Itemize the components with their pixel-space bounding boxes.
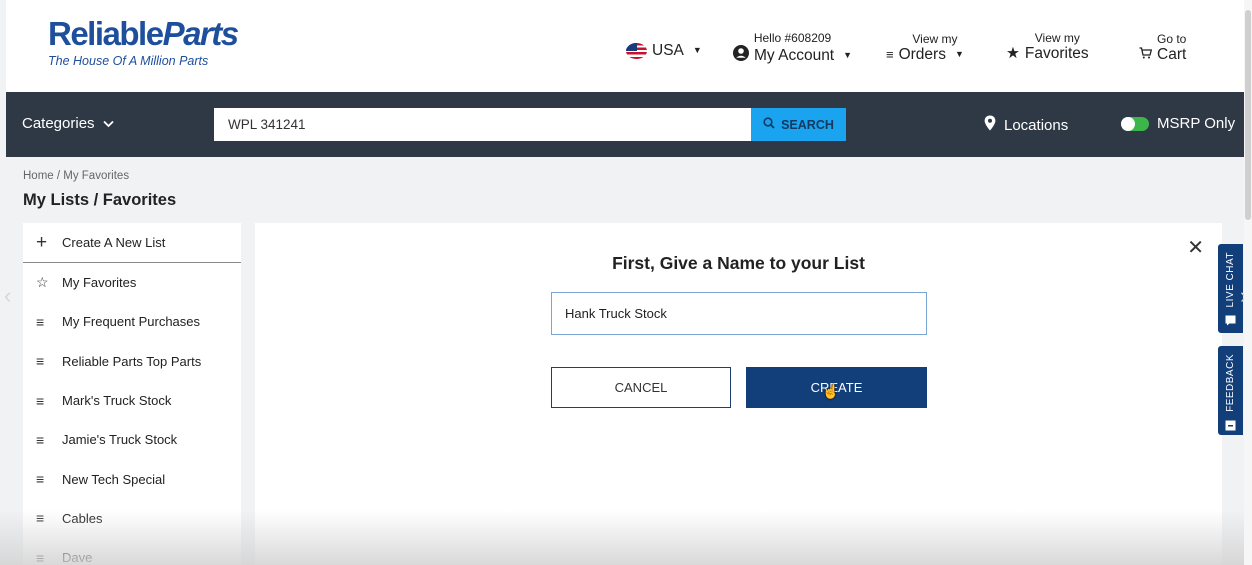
sidebar-item-label: My Favorites xyxy=(62,275,137,291)
country-label: USA xyxy=(652,42,684,59)
chat-icon xyxy=(1225,315,1236,329)
sidebar-item-label: My Frequent Purchases xyxy=(62,314,201,330)
map-pin-icon xyxy=(984,115,996,135)
cancel-button[interactable]: CANCEL xyxy=(551,367,731,408)
sidebar-item-dave[interactable]: ≡ Dave xyxy=(23,538,241,565)
cart-icon xyxy=(1139,46,1153,63)
search-button-label: SEARCH xyxy=(781,117,834,132)
logo-text-parts: Parts xyxy=(162,15,240,52)
account-greeting: Hello #608209 xyxy=(753,31,832,45)
account-menu[interactable]: Hello #608209 My Account ▼ xyxy=(733,31,852,65)
sidebar-item-label: Reliable Parts Top Parts xyxy=(62,353,202,369)
categories-menu[interactable]: Categories xyxy=(22,115,114,132)
live-chat-label: LIVE CHAT xyxy=(1225,252,1236,308)
cart-small-label: Go to xyxy=(1157,32,1187,46)
create-list-panel: ✕ First, Give a Name to your List CANCEL… xyxy=(255,223,1222,565)
hand-cursor-icon: ☝ xyxy=(822,383,840,399)
caret-down-icon: ▼ xyxy=(692,45,702,55)
favorites-label: Favorites xyxy=(1024,45,1089,62)
create-list-title: First, Give a Name to your List xyxy=(612,253,865,273)
sidebar-item-jamies-truck-stock[interactable]: ≡ Jamie's Truck Stock xyxy=(23,420,241,459)
create-new-list-label: Create A New List xyxy=(62,235,166,250)
star-outline-icon: ☆ xyxy=(36,274,49,291)
orders-link[interactable]: View my ≡ Orders ▼ xyxy=(886,32,964,63)
country-selector[interactable]: USA ▼ xyxy=(626,42,702,59)
caret-down-icon: ▼ xyxy=(843,49,853,60)
main-navbar: Categories SEARCH Locations MSRP Only xyxy=(6,92,1244,157)
sidebar-item-marks-truck-stock[interactable]: ≡ Mark's Truck Stock xyxy=(23,381,241,420)
list-icon: ≡ xyxy=(36,549,45,565)
list-name-input[interactable] xyxy=(551,292,927,335)
locations-label: Locations xyxy=(1004,116,1069,134)
search-icon xyxy=(763,117,775,132)
feedback-label: FEEDBACK xyxy=(1225,354,1236,412)
feedback-icon xyxy=(1225,420,1236,434)
plus-icon: + xyxy=(36,231,48,253)
site-logo[interactable]: ReliableParts The House Of A Million Par… xyxy=(48,15,240,69)
list-icon: ≡ xyxy=(36,510,45,527)
caret-down-icon: ▼ xyxy=(954,49,964,59)
cart-link[interactable]: Go to Cart xyxy=(1139,32,1186,63)
msrp-toggle[interactable]: MSRP Only xyxy=(1121,115,1235,132)
account-label: My Account xyxy=(754,46,835,64)
sidebar-item-my-favorites[interactable]: ☆ My Favorites xyxy=(23,263,241,302)
page-title: My Lists / Favorites xyxy=(23,191,177,209)
feedback-tab[interactable]: FEEDBACK xyxy=(1218,346,1243,435)
sidebar-item-frequent-purchases[interactable]: ≡ My Frequent Purchases xyxy=(23,302,241,341)
sidebar-item-new-tech-special[interactable]: ≡ New Tech Special xyxy=(23,459,241,498)
sidebar-item-top-parts[interactable]: ≡ Reliable Parts Top Parts xyxy=(23,342,241,381)
chevron-down-icon xyxy=(102,115,114,132)
favorites-link[interactable]: View my ★ Favorites xyxy=(1006,31,1089,62)
logo-text-reliable: Reliable xyxy=(48,15,164,52)
list-icon: ≡ xyxy=(36,471,45,488)
categories-label: Categories xyxy=(22,115,95,132)
user-circle-icon xyxy=(733,45,749,65)
list-icon: ≡ xyxy=(36,353,45,370)
search-button[interactable]: SEARCH xyxy=(751,108,846,141)
sidebar-item-label: Mark's Truck Stock xyxy=(62,393,172,409)
list-icon: ≡ xyxy=(36,431,45,448)
logo-tagline: The House Of A Million Parts xyxy=(48,54,209,68)
orders-small-label: View my xyxy=(912,32,958,46)
cart-label: Cart xyxy=(1157,46,1187,63)
carousel-prev-icon[interactable]: ‹ xyxy=(4,283,11,309)
list-icon: ≡ xyxy=(886,47,894,62)
sidebar-item-label: Jamie's Truck Stock xyxy=(62,432,178,448)
sidebar-item-label: Dave xyxy=(62,550,93,565)
search-input[interactable] xyxy=(214,108,751,141)
msrp-label: MSRP Only xyxy=(1157,115,1236,132)
site-header: ReliableParts The House Of A Million Par… xyxy=(6,0,1244,92)
locations-link[interactable]: Locations xyxy=(984,115,1068,135)
list-icon: ≡ xyxy=(36,392,45,409)
scrollbar-thumb[interactable] xyxy=(1245,10,1251,220)
star-icon: ★ xyxy=(1006,45,1020,62)
sidebar-item-label: New Tech Special xyxy=(62,471,166,487)
sidebar-item-label: Cables xyxy=(62,510,103,526)
list-icon: ≡ xyxy=(36,313,45,330)
favorites-small-label: View my xyxy=(1034,31,1080,45)
us-flag-icon xyxy=(626,42,647,59)
orders-label: Orders xyxy=(898,46,946,63)
toggle-switch[interactable] xyxy=(1121,116,1149,131)
breadcrumb[interactable]: Home / My Favorites xyxy=(23,170,129,182)
lists-sidebar: + Create A New List ☆ My Favorites ≡ My … xyxy=(23,223,241,565)
sidebar-item-cables[interactable]: ≡ Cables xyxy=(23,499,241,538)
create-new-list-button[interactable]: + Create A New List xyxy=(23,223,241,263)
